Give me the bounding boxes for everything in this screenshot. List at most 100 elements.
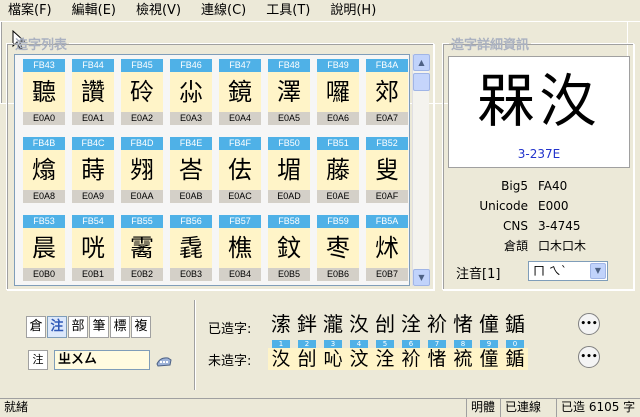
chevron-down-icon[interactable]: ▼ [590,263,606,279]
method-tab-1[interactable]: 注 [47,316,67,338]
unicode-code: E0B6 [317,268,359,281]
char-cell[interactable]: FB45 砱 E0A2 [121,59,163,125]
char-cell[interactable]: FB48 澤 E0A5 [268,59,310,125]
grid-scrollbar[interactable]: ▲ ▼ [412,54,430,286]
char-cell[interactable]: FB44 讚 E0A1 [72,59,114,125]
scroll-down-icon[interactable]: ▼ [413,269,430,286]
unicode-code: E0AF [366,190,408,203]
menu-item-5[interactable]: 說明(H) [320,0,386,22]
char-cell[interactable]: FB47 鏡 E0A4 [219,59,261,125]
method-tab-4[interactable]: 標 [110,316,130,338]
unmade-char[interactable]: 9僮 [476,340,502,370]
unmade-char[interactable]: 3吣 [320,340,346,370]
made-char[interactable]: 刣 [372,311,398,337]
glyph: 鏡 [228,78,252,106]
keyboard-icon[interactable] [154,350,174,370]
char-cell[interactable]: FB5A 炢 E0B7 [366,215,408,281]
char-cell[interactable]: FB4C 蒔 E0A9 [72,137,114,203]
big5-code: FB50 [268,137,310,150]
status-text: 就緒 [4,400,29,414]
unmade-char[interactable]: 8裗 [450,340,476,370]
unicode-code: E0B4 [219,268,261,281]
shortcut-number: 5 [376,340,394,348]
method-tab-5[interactable]: 複 [131,316,151,338]
char-cell[interactable]: FB4D 翙 E0AA [121,137,163,203]
char-cell[interactable]: FB50 堳 E0AD [268,137,310,203]
char-cell[interactable]: FB4E 峇 E0AB [170,137,212,203]
menu-item-4[interactable]: 工具(T) [256,0,320,22]
status-bar: 就緒 明體 已連線 已造 6105 字 [0,398,640,417]
unmade-char[interactable]: 6衸 [398,340,424,370]
menu-item-3[interactable]: 連線(C) [191,0,256,22]
char-cell[interactable]: FB52 叟 E0AF [366,137,408,203]
shortcut-number: 0 [506,340,524,348]
char-cell[interactable]: FB4F 佉 E0AC [219,137,261,203]
detail-row: Big5 FA40 [452,177,628,195]
char-cell[interactable]: FB55 霱 E0B2 [121,215,163,281]
made-char[interactable]: 鍎 [502,311,528,337]
big5-code: FB57 [219,215,261,228]
menu-item-2[interactable]: 檢視(V) [126,0,191,22]
char-cell[interactable]: FB54 咣 E0B1 [72,215,114,281]
char-cell[interactable]: FB4B 熻 E0A8 [23,137,65,203]
unicode-code: E0B0 [23,268,65,281]
big5-code: FB4B [23,137,65,150]
status-font: 明體 [466,399,499,417]
big5-code: FB53 [23,215,65,228]
unmade-next-button[interactable]: ••• [578,346,600,368]
scroll-up-icon[interactable]: ▲ [413,54,430,71]
glyph: 咣 [81,234,105,262]
scroll-thumb[interactable] [413,73,430,91]
made-char[interactable]: 洤 [398,311,424,337]
unmade-char[interactable]: 0鍎 [502,340,528,370]
unmade-char[interactable]: 2刣 [294,340,320,370]
made-char[interactable]: 衸 [424,311,450,337]
char-cell[interactable]: FB46 尛 E0A3 [170,59,212,125]
char-cell[interactable]: FB4A 郊 E0A7 [366,59,408,125]
shortcut-number: 3 [324,340,342,348]
unmade-glyph: 鍎 [502,348,528,370]
made-char[interactable]: 僮 [476,311,502,337]
glyph: 讚 [81,78,105,106]
big5-code: FB43 [23,59,65,72]
big5-code: FB51 [317,137,359,150]
char-cell[interactable]: FB59 枣 E0B6 [317,215,359,281]
char-cell[interactable]: FB58 鈫 E0B5 [268,215,310,281]
char-cell[interactable]: FB51 藤 E0AE [317,137,359,203]
made-char[interactable]: 溹 [268,311,294,337]
unmade-char[interactable]: 1汷 [268,340,294,370]
made-char[interactable]: 鉡 [294,311,320,337]
big5-code: FB4E [170,137,212,150]
glyph: 炢 [375,234,399,262]
made-char[interactable]: 㥩 [450,311,476,337]
char-cell[interactable]: FB49 囉 E0A6 [317,59,359,125]
char-cell[interactable]: FB53 晨 E0B0 [23,215,65,281]
detail-label: CNS [503,219,528,233]
char-cell[interactable]: FB56 毳 E0B3 [170,215,212,281]
unicode-code: E0A6 [317,112,359,125]
char-cell[interactable]: FB57 樵 E0B4 [219,215,261,281]
detail-label: Big5 [501,179,528,193]
menu-item-1[interactable]: 編輯(E) [62,0,126,22]
method-tab-0[interactable]: 倉 [26,316,46,338]
unmade-char[interactable]: 7㥩 [424,340,450,370]
unicode-code: E0B2 [121,268,163,281]
method-tab-3[interactable]: 筆 [89,316,109,338]
unmade-char[interactable]: 4汶 [346,340,372,370]
made-next-button[interactable]: ••• [578,313,600,335]
made-char[interactable]: 瀧 [320,311,346,337]
zhuyin-select[interactable]: ㄇ ㄟˋ ▼ [528,261,608,281]
menu-item-0[interactable]: 檔案(F) [0,0,62,22]
unicode-code: E0A3 [170,112,212,125]
method-tab-2[interactable]: 部 [68,316,88,338]
big-char-text: 槑汷 [476,67,601,135]
big5-code: FB55 [121,215,163,228]
phonetic-input[interactable]: ㄓㄨㄙ [54,350,150,370]
glyph: 堳 [277,156,301,184]
made-char[interactable]: 汷 [346,311,372,337]
unmade-char[interactable]: 5洤 [372,340,398,370]
unicode-code: E0A1 [72,112,114,125]
char-cell[interactable]: FB43 聽 E0A0 [23,59,65,125]
cns-code-link[interactable]: 3-237E [449,147,629,161]
shortcut-number: 8 [454,340,472,348]
